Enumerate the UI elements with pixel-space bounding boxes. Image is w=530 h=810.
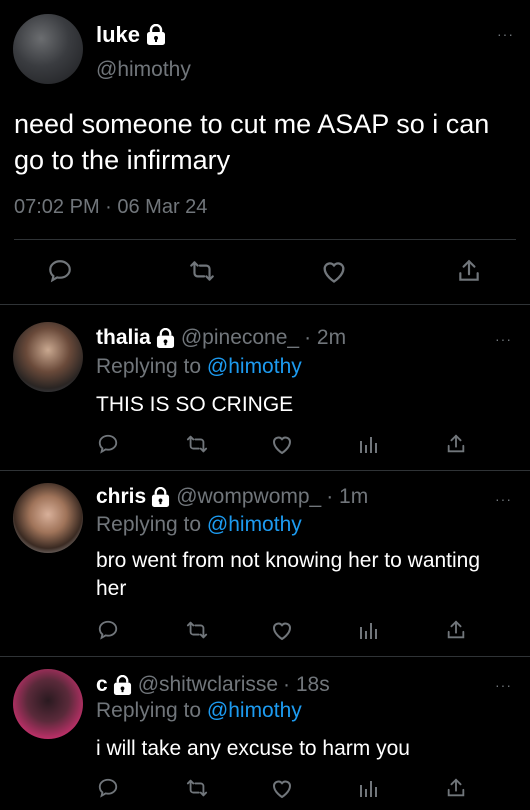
reply-header: c @shitwclarisse · 18s (96, 673, 330, 697)
like-icon[interactable] (320, 258, 348, 284)
more-options-icon[interactable]: ··· (497, 26, 514, 42)
retweet-icon[interactable] (185, 619, 209, 641)
analytics-icon[interactable] (358, 433, 378, 455)
retweet-icon[interactable] (185, 433, 209, 455)
replying-to: Replying to @himothy (96, 355, 302, 379)
share-icon[interactable] (445, 433, 467, 455)
author-handle[interactable]: @himothy (96, 58, 191, 82)
reply-tweet[interactable]: chris @wompwomp_ · 1m ··· Replying to @h… (0, 471, 530, 657)
avatar[interactable] (13, 669, 83, 739)
reply-actions (0, 433, 530, 461)
reply-time: · 1m (326, 485, 369, 508)
tweet-text: need someone to cut me ASAP so i can go … (14, 109, 490, 175)
reply-tweet[interactable]: thalia @pinecone_ · 2m ··· Replying to @… (0, 305, 530, 471)
reply-tweet[interactable]: c @shitwclarisse · 18s ··· Replying to @… (0, 657, 530, 810)
mention-link[interactable]: @himothy (207, 355, 302, 378)
reply-header: chris @wompwomp_ · 1m (96, 485, 368, 509)
reply-actions (0, 619, 530, 647)
more-options-icon[interactable]: ··· (495, 331, 512, 347)
reply-time: · 2m (304, 326, 347, 349)
author-name-label: luke (96, 22, 141, 47)
avatar[interactable] (13, 483, 83, 553)
avatar[interactable] (13, 14, 83, 84)
reply-header: thalia @pinecone_ · 2m (96, 326, 346, 350)
analytics-icon[interactable] (358, 619, 378, 641)
tweet-timestamp[interactable]: 07:02 PM · 06 Mar 24 (14, 196, 207, 219)
author-name[interactable]: luke (96, 22, 166, 48)
replying-to-label: Replying to (96, 355, 207, 378)
tweet-actions (0, 254, 530, 290)
divider (14, 239, 516, 240)
share-icon[interactable] (445, 777, 467, 799)
reply-actions (0, 777, 530, 805)
reply-text: THIS IS SO CRINGE (96, 393, 294, 416)
avatar[interactable] (13, 322, 83, 392)
retweet-icon[interactable] (188, 258, 216, 284)
reply-author-handle[interactable]: @pinecone_ (181, 326, 299, 350)
replying-to: Replying to @himothy (96, 513, 302, 537)
more-options-icon[interactable]: ··· (495, 677, 512, 693)
mention-link[interactable]: @himothy (207, 513, 302, 536)
main-tweet: luke @himothy ··· need someone to cut me… (0, 0, 530, 305)
replying-to-label: Replying to (96, 699, 207, 722)
replying-to-label: Replying to (96, 513, 207, 536)
analytics-icon[interactable] (358, 777, 378, 799)
replying-to: Replying to @himothy (96, 699, 302, 723)
reply-time: · 18s (283, 673, 330, 696)
reply-text: bro went from not knowing her to wanting… (96, 549, 481, 600)
reply-author-name[interactable]: chris (96, 485, 146, 509)
share-icon[interactable] (445, 619, 467, 641)
reply-author-handle[interactable]: @shitwclarisse (138, 673, 278, 697)
reply-icon[interactable] (97, 433, 119, 455)
like-icon[interactable] (270, 433, 294, 455)
lock-icon (146, 24, 166, 46)
mention-link[interactable]: @himothy (207, 699, 302, 722)
reply-icon[interactable] (47, 258, 73, 284)
reply-text: i will take any excuse to harm you (96, 737, 410, 760)
lock-icon (151, 486, 170, 508)
lock-icon (113, 674, 132, 696)
reply-author-handle[interactable]: @wompwomp_ (176, 485, 321, 509)
like-icon[interactable] (270, 777, 294, 799)
like-icon[interactable] (270, 619, 294, 641)
reply-author-name[interactable]: thalia (96, 326, 151, 350)
retweet-icon[interactable] (185, 777, 209, 799)
reply-icon[interactable] (97, 619, 119, 641)
share-icon[interactable] (456, 258, 482, 284)
reply-author-name[interactable]: c (96, 673, 108, 697)
reply-icon[interactable] (97, 777, 119, 799)
lock-icon (156, 327, 175, 349)
more-options-icon[interactable]: ··· (495, 491, 512, 507)
